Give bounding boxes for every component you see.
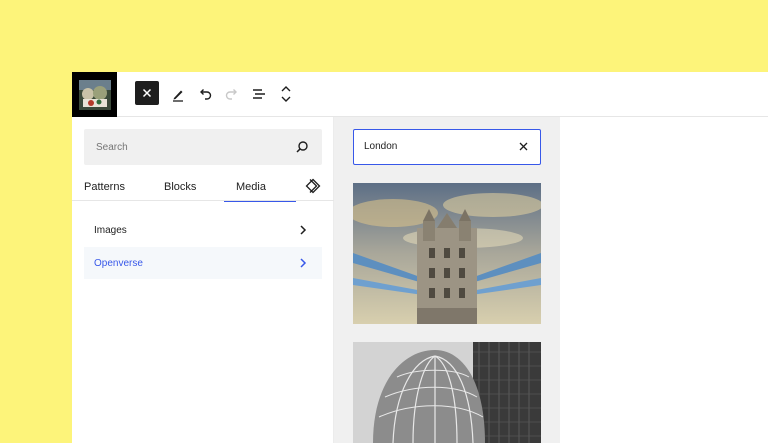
pen-icon: [173, 90, 183, 102]
tab-media[interactable]: Media: [224, 172, 296, 202]
search-input[interactable]: [84, 129, 284, 165]
media-category-images[interactable]: Images: [84, 214, 322, 246]
chevron-right-icon: [300, 258, 307, 268]
site-logo-image: [78, 79, 111, 110]
chevron-right-icon: [300, 225, 307, 235]
tab-patterns[interactable]: Patterns: [84, 172, 125, 201]
inserter-sidebar: Patterns Blocks Media Images Openverse: [72, 117, 334, 443]
media-category-openverse[interactable]: Openverse: [84, 247, 322, 279]
list-view-button[interactable]: [246, 81, 272, 107]
media-result-image[interactable]: [353, 183, 541, 324]
site-logo[interactable]: [72, 72, 117, 117]
redo-button[interactable]: [219, 81, 245, 107]
close-icon: [142, 88, 152, 98]
close-inserter-button[interactable]: [135, 81, 159, 105]
media-results-panel: [334, 117, 560, 443]
media-category-label: Openverse: [94, 257, 143, 269]
media-category-label: Images: [94, 224, 127, 236]
inserter-tabs: Patterns Blocks Media: [72, 172, 334, 202]
close-icon[interactable]: [517, 140, 530, 153]
undo-button[interactable]: [192, 81, 218, 107]
chevron-up-down-icon: [281, 86, 291, 102]
document-overview-button[interactable]: [273, 81, 299, 107]
editor-window: Patterns Blocks Media Images Openverse: [72, 72, 768, 443]
editor-toolbar: [72, 72, 768, 117]
search-icon[interactable]: [294, 139, 310, 155]
undo-icon: [200, 89, 212, 100]
media-search-input[interactable]: [354, 130, 504, 163]
tab-blocks[interactable]: Blocks: [164, 172, 196, 201]
tower-bridge-image: [353, 183, 541, 324]
gherkin-building-image: [353, 342, 541, 443]
media-result-image[interactable]: [353, 342, 541, 443]
media-search[interactable]: [353, 129, 541, 165]
list-view-icon: [253, 89, 265, 99]
tools-button[interactable]: [165, 81, 191, 107]
diamond-icon[interactable]: [304, 178, 322, 194]
inserter-search[interactable]: [84, 129, 322, 165]
redo-icon: [225, 89, 237, 100]
